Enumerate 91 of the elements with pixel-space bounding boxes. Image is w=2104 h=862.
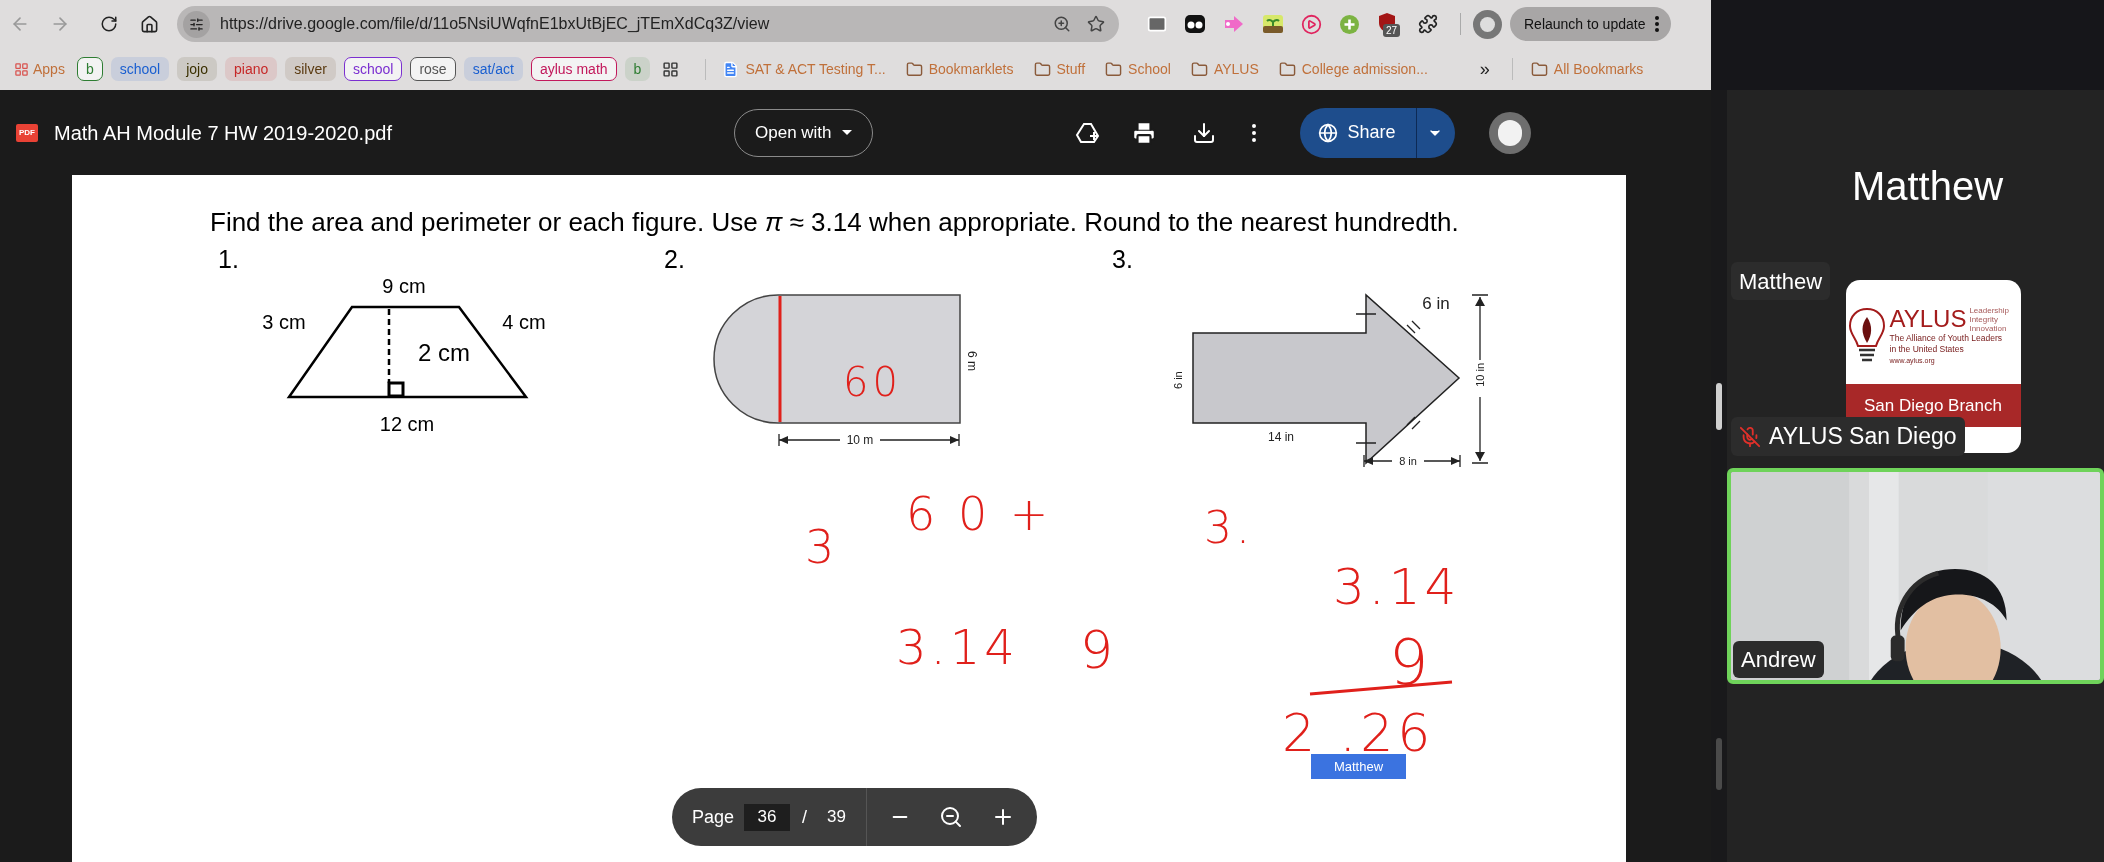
reload-icon[interactable] [100, 15, 118, 33]
more-bookmarks[interactable]: » [1479, 55, 1490, 83]
bookmark-folder[interactable]: AYLUS [1190, 58, 1259, 80]
play-icon[interactable] [1301, 13, 1322, 35]
bookmark-chip[interactable]: piano [225, 57, 278, 81]
handwritten-text: 3. [1204, 502, 1254, 553]
bookmark-link[interactable]: SAT & ACT Testing T... [705, 58, 886, 80]
instructions-text: Find the area and perimeter or each figure. Use π ≈ 3.14 when appropriate. Round to the nearest hundredth. [209, 206, 1460, 239]
bookmark-chip[interactable]: silver [285, 57, 336, 81]
zoom-reset-button[interactable] [939, 805, 963, 829]
dimension-label: 8 in [1399, 455, 1417, 467]
bookmark-chip[interactable]: school [110, 57, 170, 81]
site-settings-icon[interactable] [189, 16, 204, 32]
bookmark-chip[interactable]: sat/act [463, 57, 523, 81]
globe-icon [1317, 122, 1338, 143]
handwritten-text: 3.14 [1333, 558, 1461, 616]
handwritten-text: 3.14 [896, 619, 1019, 675]
dimension-label: 3 cm [262, 311, 306, 333]
folder-icon [1033, 60, 1051, 78]
notification-badge: 27 [1383, 24, 1401, 37]
zoom-icon[interactable] [1053, 15, 1071, 33]
folder-icon [1278, 60, 1296, 78]
handwritten-text: 3 [805, 520, 839, 574]
logo-motto: Integrity [1969, 315, 1999, 324]
bookmark-chip[interactable]: aylus math [530, 57, 617, 81]
bookmark-chip[interactable]: b [624, 57, 651, 81]
dimension-label: 6 in [1172, 371, 1184, 389]
apps-bookmark[interactable]: Apps [10, 58, 69, 80]
tab-groups-icon[interactable] [662, 60, 680, 78]
dimension-label: 10 m [846, 433, 874, 447]
share-button[interactable]: Share [1299, 107, 1455, 158]
handwritten-text: 6 0 + [906, 487, 1053, 541]
dimension-label: 2 cm [418, 339, 470, 366]
plant-icon[interactable] [1262, 14, 1284, 34]
document-icon [722, 60, 740, 78]
problem-number: 1. [218, 245, 239, 273]
address-bar[interactable]: https://drive.google.com/file/d/11o5NsiUWqfnE1bxUtBjEC_jTEmXdCq3Z/view [177, 6, 1119, 42]
profile-avatar[interactable] [1488, 111, 1531, 154]
folder-icon [905, 60, 923, 78]
scrollbar-thumb[interactable] [1716, 383, 1722, 430]
dimension-label: 14 in [1268, 430, 1294, 444]
folder-icon [1105, 60, 1123, 78]
speaker-name: Matthew [1850, 163, 2004, 210]
bookmark-chip[interactable]: rose [410, 57, 456, 81]
bookmark-folder[interactable]: College admission... [1278, 58, 1428, 80]
page-separator: / [802, 805, 808, 829]
folder-icon [1190, 60, 1208, 78]
problem-number: 2. [664, 245, 685, 273]
pdf-badge: PDF [16, 123, 38, 142]
handwritten-text: 60 [843, 359, 902, 405]
page-total: 39 [827, 806, 846, 829]
participant-name-tag: Matthew [1731, 262, 1831, 300]
dimension-label: 4 cm [502, 311, 546, 333]
page-number-field[interactable]: 36 [744, 803, 791, 831]
home-icon[interactable] [140, 14, 159, 34]
add-shortcut-icon[interactable] [1074, 120, 1101, 145]
logo-motto: Leadership [1969, 306, 2009, 315]
bookmark-star-icon[interactable] [1087, 15, 1105, 33]
bookmark-chip[interactable]: school [343, 57, 403, 81]
bookmark-chip[interactable]: b [76, 57, 103, 81]
participant-name-tag: Andrew [1733, 641, 1824, 678]
bookmark-folder[interactable]: Bookmarklets [905, 58, 1014, 80]
logo-motto: Innovation [1969, 324, 2008, 333]
handwritten-text: 9 [1080, 620, 1118, 680]
bookmark-folder[interactable]: Stuff [1033, 58, 1086, 80]
handwritten-text: 9 [1389, 626, 1433, 699]
url-text: https://drive.google.com/file/d/11o5NsiUWqfnE1bxUtBjEC_jTEmXdCq3Z/view [220, 14, 771, 34]
glasses-icon[interactable] [1184, 14, 1206, 34]
more-icon [1655, 16, 1660, 32]
dimension-label: 10 in [1474, 363, 1486, 387]
dimension-label: 6 m [965, 351, 979, 371]
logo-subtitle: The Alliance of Youth Leaders [1889, 333, 2003, 344]
logo-subtitle: in the United States [1889, 344, 1965, 355]
extensions-icon[interactable] [1418, 14, 1438, 34]
logo-title: AYLUS [1889, 306, 1967, 332]
page-label: Page [692, 805, 735, 829]
cursor-label: Matthew [1311, 754, 1406, 779]
dimension-label: 6 in [1422, 294, 1450, 313]
bookmark-folder[interactable]: School [1105, 58, 1171, 80]
caret-icon [841, 130, 852, 135]
dimension-label: 9 cm [382, 275, 426, 297]
download-icon[interactable] [1191, 120, 1216, 145]
relaunch-button[interactable]: Relaunch to update [1510, 7, 1672, 41]
scrollbar-thumb[interactable] [1716, 738, 1722, 790]
bookmark-chip[interactable]: jojo [177, 57, 217, 81]
dimension-label: 12 cm [379, 413, 435, 435]
file-title: Math AH Module 7 HW 2019-2020.pdf [54, 120, 393, 146]
folder-icon [1530, 60, 1548, 78]
problem-number: 3. [1112, 245, 1133, 273]
bookmark-folder[interactable]: All Bookmarks [1530, 58, 1644, 80]
apps-grid-icon [14, 61, 29, 77]
